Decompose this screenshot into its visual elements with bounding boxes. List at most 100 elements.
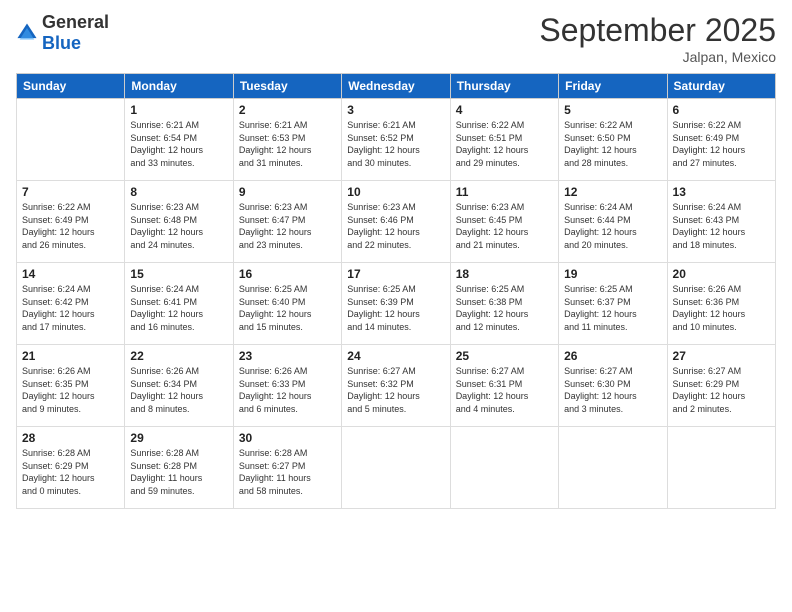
day-content: Sunrise: 6:25 AMSunset: 6:38 PMDaylight:… bbox=[456, 283, 553, 333]
day-number: 11 bbox=[456, 185, 553, 199]
header: General Blue September 2025 Jalpan, Mexi… bbox=[16, 12, 776, 65]
day-number: 6 bbox=[673, 103, 770, 117]
week-row-5: 28 Sunrise: 6:28 AMSunset: 6:29 PMDayligh… bbox=[17, 427, 776, 509]
week-row-4: 21 Sunrise: 6:26 AMSunset: 6:35 PMDayligh… bbox=[17, 345, 776, 427]
logo-blue: Blue bbox=[42, 33, 81, 53]
day-content: Sunrise: 6:25 AMSunset: 6:37 PMDaylight:… bbox=[564, 283, 661, 333]
table-cell: 12Sunrise: 6:24 AMSunset: 6:44 PMDayligh… bbox=[559, 181, 667, 263]
day-number: 12 bbox=[564, 185, 661, 199]
day-content: Sunrise: 6:27 AMSunset: 6:31 PMDaylight:… bbox=[456, 365, 553, 415]
day-number: 3 bbox=[347, 103, 444, 117]
day-number: 16 bbox=[239, 267, 336, 281]
day-content: Sunrise: 6:27 AMSunset: 6:32 PMDaylight:… bbox=[347, 365, 444, 415]
day-content: Sunrise: 6:25 AMSunset: 6:39 PMDaylight:… bbox=[347, 283, 444, 333]
table-cell: 30 Sunrise: 6:28 AMSunset: 6:27 PMDayligh… bbox=[233, 427, 341, 509]
day-content: Sunrise: 6:21 AMSunset: 6:52 PMDaylight:… bbox=[347, 119, 444, 169]
day-content: Sunrise: 6:22 AMSunset: 6:49 PMDaylight:… bbox=[673, 119, 770, 169]
col-saturday: Saturday bbox=[667, 74, 775, 99]
logo-general: General bbox=[42, 12, 109, 32]
col-friday: Friday bbox=[559, 74, 667, 99]
day-number: 21 bbox=[22, 349, 119, 363]
day-content: Sunrise: 6:26 AMSunset: 6:35 PMDaylight:… bbox=[22, 365, 119, 415]
table-cell: 7Sunrise: 6:22 AMSunset: 6:49 PMDaylight… bbox=[17, 181, 125, 263]
day-content: Sunrise: 6:21 AMSunset: 6:53 PMDaylight:… bbox=[239, 119, 336, 169]
table-cell: 9Sunrise: 6:23 AMSunset: 6:47 PMDaylight… bbox=[233, 181, 341, 263]
day-number: 8 bbox=[130, 185, 227, 199]
day-number: 13 bbox=[673, 185, 770, 199]
table-cell: 10 Sunrise: 6:23 AMSunset: 6:46 PMDayligh… bbox=[342, 181, 450, 263]
day-number: 4 bbox=[456, 103, 553, 117]
col-thursday: Thursday bbox=[450, 74, 558, 99]
day-content: Sunrise: 6:22 AMSunset: 6:50 PMDaylight:… bbox=[564, 119, 661, 169]
col-tuesday: Tuesday bbox=[233, 74, 341, 99]
day-number: 14 bbox=[22, 267, 119, 281]
day-content: Sunrise: 6:24 AMSunset: 6:41 PMDaylight:… bbox=[130, 283, 227, 333]
day-content: Sunrise: 6:23 AMSunset: 6:45 PMDaylight:… bbox=[456, 201, 553, 251]
day-number: 26 bbox=[564, 349, 661, 363]
table-cell bbox=[667, 427, 775, 509]
col-monday: Monday bbox=[125, 74, 233, 99]
day-content: Sunrise: 6:28 AMSunset: 6:27 PMDaylight:… bbox=[239, 447, 336, 497]
day-number: 2 bbox=[239, 103, 336, 117]
week-row-1: 1 Sunrise: 6:21 AMSunset: 6:54 PMDaylight… bbox=[17, 99, 776, 181]
day-number: 10 bbox=[347, 185, 444, 199]
table-cell: 18 Sunrise: 6:25 AMSunset: 6:38 PMDayligh… bbox=[450, 263, 558, 345]
day-content: Sunrise: 6:22 AMSunset: 6:49 PMDaylight:… bbox=[22, 201, 119, 251]
col-sunday: Sunday bbox=[17, 74, 125, 99]
table-cell: 29 Sunrise: 6:28 AMSunset: 6:28 PMDayligh… bbox=[125, 427, 233, 509]
day-number: 28 bbox=[22, 431, 119, 445]
week-row-2: 7Sunrise: 6:22 AMSunset: 6:49 PMDaylight… bbox=[17, 181, 776, 263]
day-content: Sunrise: 6:23 AMSunset: 6:48 PMDaylight:… bbox=[130, 201, 227, 251]
day-number: 20 bbox=[673, 267, 770, 281]
day-content: Sunrise: 6:21 AMSunset: 6:54 PMDaylight:… bbox=[130, 119, 227, 169]
day-number: 9 bbox=[239, 185, 336, 199]
day-content: Sunrise: 6:28 AMSunset: 6:28 PMDaylight:… bbox=[130, 447, 227, 497]
table-cell: 17Sunrise: 6:25 AMSunset: 6:39 PMDayligh… bbox=[342, 263, 450, 345]
table-cell: 13 Sunrise: 6:24 AMSunset: 6:43 PMDayligh… bbox=[667, 181, 775, 263]
table-cell: 22 Sunrise: 6:26 AMSunset: 6:34 PMDayligh… bbox=[125, 345, 233, 427]
month-title: September 2025 bbox=[539, 12, 776, 49]
day-number: 1 bbox=[130, 103, 227, 117]
day-number: 18 bbox=[456, 267, 553, 281]
table-cell: 23 Sunrise: 6:26 AMSunset: 6:33 PMDayligh… bbox=[233, 345, 341, 427]
table-cell: 2 Sunrise: 6:21 AMSunset: 6:53 PMDaylight… bbox=[233, 99, 341, 181]
table-cell: 24 Sunrise: 6:27 AMSunset: 6:32 PMDayligh… bbox=[342, 345, 450, 427]
table-cell: 21 Sunrise: 6:26 AMSunset: 6:35 PMDayligh… bbox=[17, 345, 125, 427]
day-content: Sunrise: 6:26 AMSunset: 6:34 PMDaylight:… bbox=[130, 365, 227, 415]
day-number: 24 bbox=[347, 349, 444, 363]
week-row-3: 14Sunrise: 6:24 AMSunset: 6:42 PMDayligh… bbox=[17, 263, 776, 345]
table-cell: 26 Sunrise: 6:27 AMSunset: 6:30 PMDayligh… bbox=[559, 345, 667, 427]
day-content: Sunrise: 6:28 AMSunset: 6:29 PMDaylight:… bbox=[22, 447, 119, 497]
day-content: Sunrise: 6:25 AMSunset: 6:40 PMDaylight:… bbox=[239, 283, 336, 333]
table-cell: 1 Sunrise: 6:21 AMSunset: 6:54 PMDaylight… bbox=[125, 99, 233, 181]
table-cell: 11 Sunrise: 6:23 AMSunset: 6:45 PMDayligh… bbox=[450, 181, 558, 263]
table-cell: 6 Sunrise: 6:22 AMSunset: 6:49 PMDaylight… bbox=[667, 99, 775, 181]
day-number: 15 bbox=[130, 267, 227, 281]
day-content: Sunrise: 6:26 AMSunset: 6:33 PMDaylight:… bbox=[239, 365, 336, 415]
day-number: 22 bbox=[130, 349, 227, 363]
day-number: 5 bbox=[564, 103, 661, 117]
table-cell bbox=[450, 427, 558, 509]
location-title: Jalpan, Mexico bbox=[539, 49, 776, 65]
day-number: 29 bbox=[130, 431, 227, 445]
day-number: 30 bbox=[239, 431, 336, 445]
logo-icon bbox=[16, 22, 38, 44]
table-cell: 16 Sunrise: 6:25 AMSunset: 6:40 PMDayligh… bbox=[233, 263, 341, 345]
day-content: Sunrise: 6:23 AMSunset: 6:46 PMDaylight:… bbox=[347, 201, 444, 251]
logo-text: General Blue bbox=[42, 12, 109, 54]
table-cell: 3 Sunrise: 6:21 AMSunset: 6:52 PMDaylight… bbox=[342, 99, 450, 181]
col-wednesday: Wednesday bbox=[342, 74, 450, 99]
table-cell: 8 Sunrise: 6:23 AMSunset: 6:48 PMDaylight… bbox=[125, 181, 233, 263]
table-cell: 4 Sunrise: 6:22 AMSunset: 6:51 PMDaylight… bbox=[450, 99, 558, 181]
day-content: Sunrise: 6:27 AMSunset: 6:30 PMDaylight:… bbox=[564, 365, 661, 415]
day-content: Sunrise: 6:24 AMSunset: 6:43 PMDaylight:… bbox=[673, 201, 770, 251]
day-number: 27 bbox=[673, 349, 770, 363]
table-cell: 27Sunrise: 6:27 AMSunset: 6:29 PMDayligh… bbox=[667, 345, 775, 427]
day-content: Sunrise: 6:22 AMSunset: 6:51 PMDaylight:… bbox=[456, 119, 553, 169]
day-number: 23 bbox=[239, 349, 336, 363]
table-cell bbox=[559, 427, 667, 509]
table-cell: 28 Sunrise: 6:28 AMSunset: 6:29 PMDayligh… bbox=[17, 427, 125, 509]
table-cell: 19Sunrise: 6:25 AMSunset: 6:37 PMDayligh… bbox=[559, 263, 667, 345]
table-cell: 14Sunrise: 6:24 AMSunset: 6:42 PMDayligh… bbox=[17, 263, 125, 345]
calendar-table: Sunday Monday Tuesday Wednesday Thursday… bbox=[16, 73, 776, 509]
